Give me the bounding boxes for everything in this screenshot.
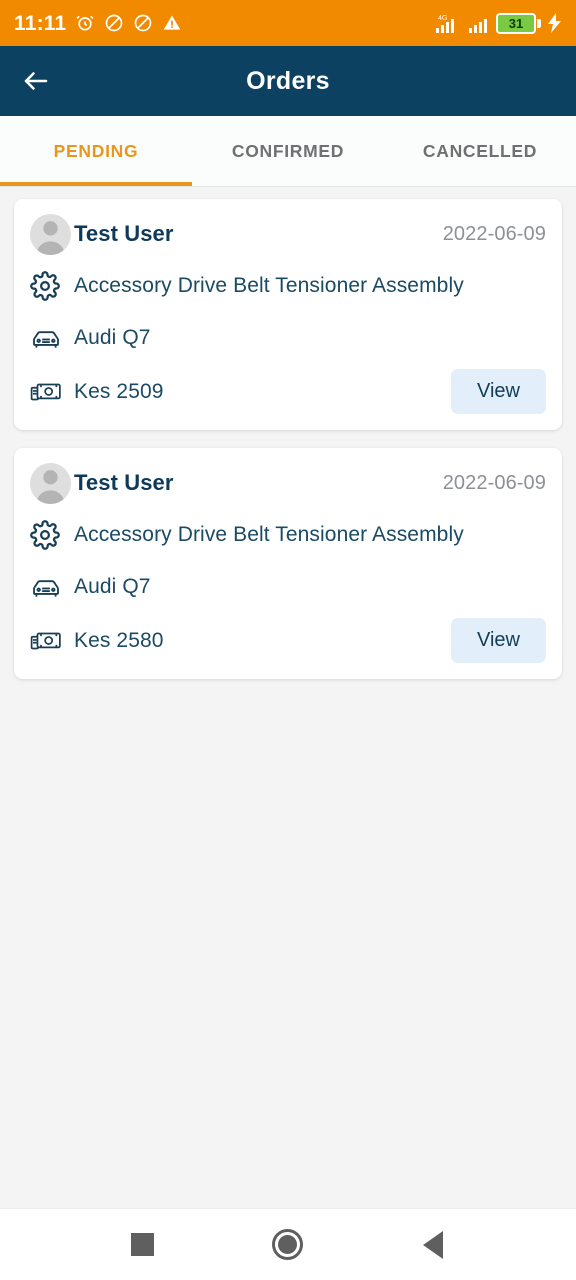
svg-text:4G: 4G — [438, 15, 447, 22]
order-vehicle-name: Audi Q7 — [74, 326, 151, 349]
circle-home-inner — [278, 1235, 298, 1254]
order-price: Kes 2509 — [74, 379, 164, 403]
status-bar-clock: 11:11 — [14, 11, 67, 35]
order-user-name: Test User — [74, 470, 174, 495]
app-bar: Orders — [0, 46, 576, 116]
order-vehicle-name: Audi Q7 — [74, 575, 151, 598]
money-icon — [30, 628, 74, 654]
order-vehicle-row: Audi Q7 — [30, 317, 546, 359]
signal-bars-sim2-icon — [469, 19, 487, 33]
order-date: 2022-06-09 — [442, 222, 546, 245]
gear-icon — [30, 271, 74, 301]
order-date: 2022-06-09 — [442, 471, 546, 494]
back-button[interactable] — [8, 53, 64, 109]
tab-confirmed[interactable]: CONFIRMED — [192, 116, 384, 186]
signal-bars-sim1-icon: 4G — [436, 15, 454, 33]
page-title: Orders — [246, 66, 330, 95]
car-icon — [30, 323, 74, 353]
person-icon — [36, 220, 65, 255]
battery-cap — [537, 18, 541, 28]
charging-bolt-icon — [548, 13, 561, 33]
tab-pending[interactable]: PENDING — [0, 116, 192, 186]
avatar — [30, 213, 74, 255]
arrow-left-icon — [24, 72, 48, 90]
person-icon — [36, 469, 65, 504]
phone-screen: 11:11 4G 31 Orders PENDING CONFIRMED CAN… — [0, 0, 576, 1280]
tab-bar: PENDING CONFIRMED CANCELLED — [0, 116, 576, 187]
order-part-row: Accessory Drive Belt Tensioner Assembly — [30, 514, 546, 556]
square-recents-icon — [131, 1233, 155, 1256]
order-part-row: Accessory Drive Belt Tensioner Assembly — [30, 265, 546, 307]
order-user-row: Test User 2022-06-09 — [30, 462, 546, 504]
gear-icon — [30, 520, 74, 550]
order-price-row: Kes 2509 View — [30, 369, 546, 414]
order-card[interactable]: Test User 2022-06-09 Accessory Drive Bel… — [14, 199, 562, 430]
view-order-button[interactable]: View — [451, 369, 546, 414]
order-part-name: Accessory Drive Belt Tensioner Assembly — [74, 523, 464, 546]
order-price-row: Kes 2580 View — [30, 618, 546, 663]
alarm-icon — [76, 15, 94, 31]
orders-list: Test User 2022-06-09 Accessory Drive Bel… — [0, 187, 576, 1208]
battery-level-label: 31 — [508, 15, 524, 31]
car-icon — [30, 572, 74, 602]
status-bar-left: 11:11 — [14, 13, 182, 34]
avatar-circle — [30, 213, 71, 255]
order-price: Kes 2580 — [74, 628, 164, 652]
recents-button[interactable] — [111, 1213, 175, 1277]
status-bar: 11:11 4G 31 — [0, 0, 576, 46]
view-order-button[interactable]: View — [451, 618, 546, 663]
nav-back-button[interactable] — [401, 1213, 465, 1277]
battery-indicator: 31 — [496, 12, 541, 34]
mute-icon — [106, 14, 123, 32]
battery-body: 31 — [496, 12, 536, 34]
warning-icon — [164, 15, 181, 30]
order-card[interactable]: Test User 2022-06-09 Accessory Drive Bel… — [14, 448, 562, 679]
avatar-circle — [30, 462, 71, 504]
tab-cancelled[interactable]: CANCELLED — [384, 116, 576, 186]
order-user-name: Test User — [74, 221, 174, 246]
android-nav-bar — [0, 1208, 576, 1280]
do-not-disturb-icon — [135, 14, 152, 32]
status-bar-right: 4G 31 — [434, 12, 562, 34]
circle-home-icon — [272, 1229, 304, 1260]
money-icon — [30, 379, 74, 405]
order-part-name: Accessory Drive Belt Tensioner Assembly — [74, 274, 464, 297]
order-vehicle-row: Audi Q7 — [30, 566, 546, 608]
avatar — [30, 462, 74, 504]
home-button[interactable] — [256, 1213, 320, 1277]
triangle-back-icon — [423, 1230, 444, 1259]
order-user-row: Test User 2022-06-09 — [30, 213, 546, 255]
